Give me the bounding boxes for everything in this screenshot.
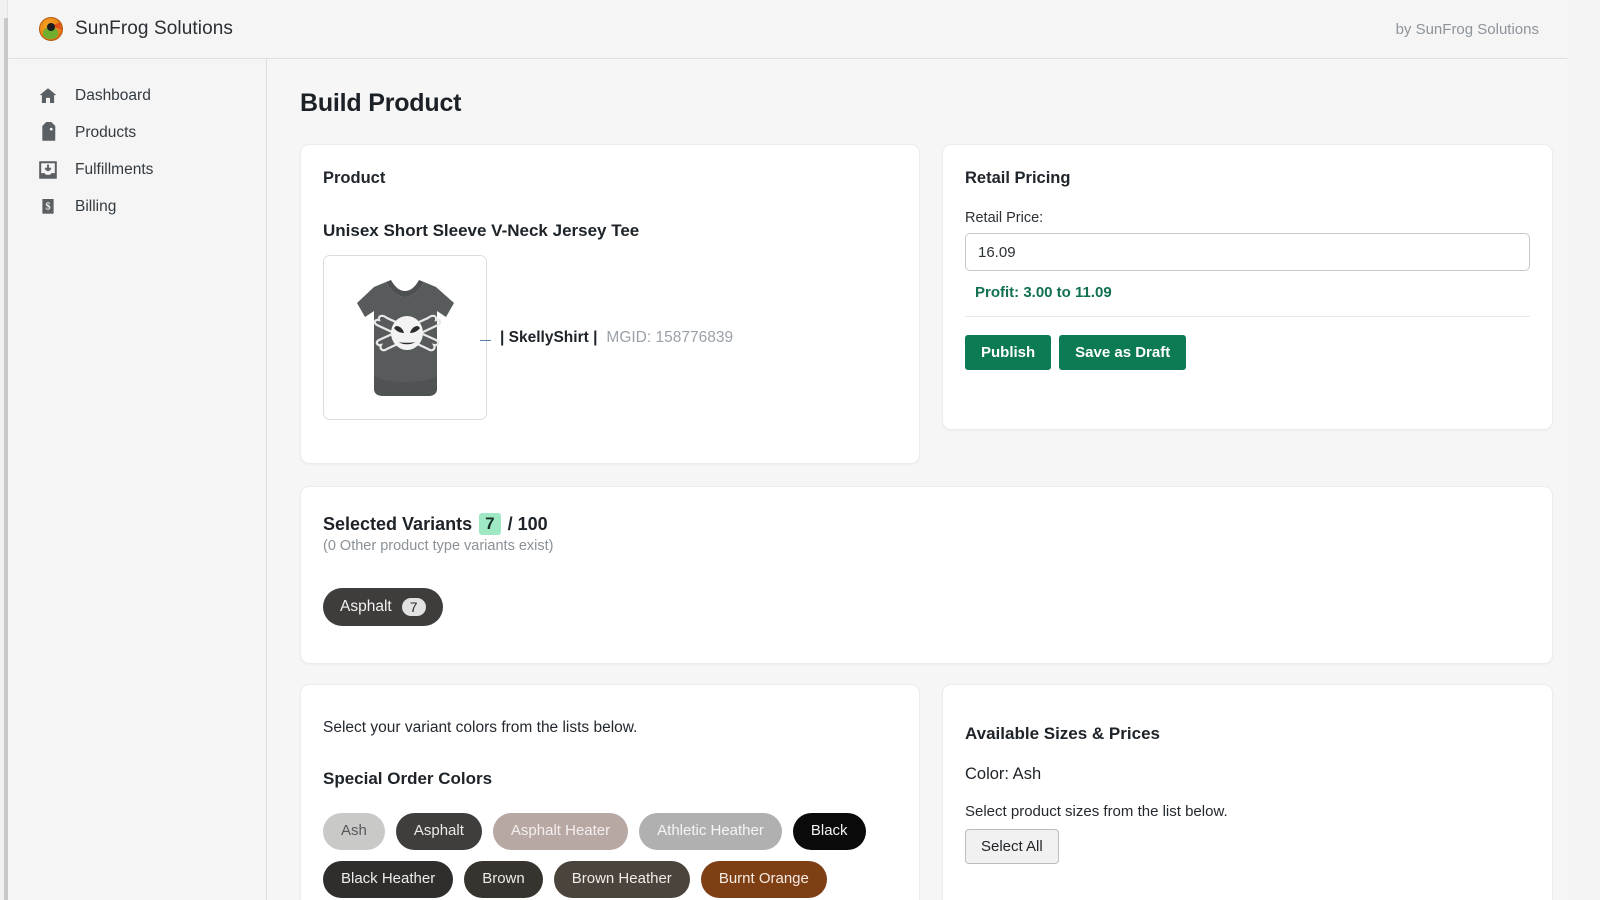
window-edge-bar — [4, 18, 8, 900]
publish-button[interactable]: Publish — [965, 335, 1051, 370]
retail-pricing-heading: Retail Pricing — [965, 169, 1530, 188]
tshirt-skull-crossbones-thumbnail[interactable] — [323, 255, 487, 420]
bottom-cards-row: Select your variant colors from the list… — [300, 684, 1541, 900]
selected-color-line: Color: Ash — [965, 765, 1530, 784]
selected-variants-limit: / 100 — [508, 514, 548, 535]
sidebar-item-label: Products — [75, 124, 136, 142]
selected-variants-label: Selected Variants — [323, 514, 472, 535]
browser-left-edge — [0, 0, 8, 900]
selected-variants-card: Selected Variants 7 / 100 (0 Other produ… — [300, 486, 1553, 664]
product-card: Product Unisex Short Sleeve V-Neck Jerse… — [300, 144, 920, 464]
brand-block[interactable]: SunFrog Solutions — [39, 17, 233, 41]
brand-name: SunFrog Solutions — [75, 18, 233, 40]
broken-image-placeholder-icon[interactable] — [480, 328, 491, 341]
money-bill-icon: $ — [37, 196, 59, 218]
retail-price-label: Retail Price: — [965, 210, 1530, 226]
variant-chip-count: 7 — [402, 598, 426, 616]
sidebar-item-billing[interactable]: $ Billing — [9, 188, 266, 225]
sidebar-item-dashboard[interactable]: Dashboard — [9, 77, 266, 114]
color-swatch-asphalt[interactable]: Asphalt — [396, 813, 482, 850]
main-content: Build Product Product Unisex Short Sleev… — [267, 59, 1567, 900]
retail-price-input[interactable] — [965, 233, 1530, 271]
other-variants-note: (0 Other product type variants exist) — [323, 538, 1530, 554]
app-shell: Dashboard Products — [9, 59, 1567, 900]
variant-colors-card: Select your variant colors from the list… — [300, 684, 920, 900]
available-sizes-card: Available Sizes & Prices Color: Ash Sele… — [942, 684, 1553, 900]
app-page: SunFrog Solutions by SunFrog Solutions D… — [9, 0, 1567, 900]
browser-right-edge — [1567, 0, 1600, 900]
variant-chip-asphalt[interactable]: Asphalt 7 — [323, 588, 443, 626]
product-meta: | SkellyShirt | MGID: 158776839 — [480, 329, 733, 347]
color-swatch-asphalt-heater[interactable]: Asphalt Heater — [493, 813, 628, 850]
sidebar-item-label: Billing — [75, 198, 116, 216]
selected-variants-count: 7 — [479, 513, 500, 535]
screenshot-viewport: SunFrog Solutions by SunFrog Solutions D… — [0, 0, 1600, 900]
color-swatch-brown-heather[interactable]: Brown Heather — [554, 861, 690, 898]
variant-chip-label: Asphalt — [340, 598, 392, 616]
color-swatch-athletic-heather[interactable]: Athletic Heather — [639, 813, 782, 850]
pricing-actions: Publish Save as Draft — [965, 335, 1530, 370]
color-swatch-ash[interactable]: Ash — [323, 813, 385, 850]
product-body: | SkellyShirt | MGID: 158776839 — [323, 255, 897, 420]
special-order-colors-heading: Special Order Colors — [323, 769, 897, 789]
color-swatch-burnt-orange[interactable]: Burnt Orange — [701, 861, 827, 898]
inbox-download-icon — [37, 159, 59, 181]
pricing-divider — [965, 316, 1530, 317]
save-as-draft-button[interactable]: Save as Draft — [1059, 335, 1186, 370]
top-cards-row: Product Unisex Short Sleeve V-Neck Jerse… — [300, 144, 1541, 464]
selected-variant-chips: Asphalt 7 — [323, 588, 1530, 626]
select-all-button[interactable]: Select All — [965, 829, 1059, 864]
sidebar-item-products[interactable]: Products — [9, 114, 266, 151]
tag-icon — [37, 122, 59, 144]
topbar-attribution: by SunFrog Solutions — [1396, 21, 1539, 38]
profit-range-text: Profit: 3.00 to 11.09 — [975, 284, 1530, 301]
sidebar-item-label: Fulfillments — [75, 161, 153, 179]
product-card-heading: Product — [323, 169, 897, 188]
svg-text:$: $ — [45, 201, 50, 212]
retail-pricing-card: Retail Pricing Retail Price: Profit: 3.0… — [942, 144, 1553, 430]
sidebar-nav: Dashboard Products — [9, 59, 267, 900]
app-topbar: SunFrog Solutions by SunFrog Solutions — [9, 0, 1567, 59]
selected-variants-header: Selected Variants 7 / 100 — [323, 513, 1530, 535]
product-name: Unisex Short Sleeve V-Neck Jersey Tee — [323, 221, 897, 241]
color-swatch-brown[interactable]: Brown — [464, 861, 543, 898]
logo-leg-shape — [54, 21, 63, 30]
sunfrog-logo-icon — [39, 17, 63, 41]
home-icon — [37, 85, 59, 107]
color-swatch-black[interactable]: Black — [793, 813, 866, 850]
variant-colors-helper: Select your variant colors from the list… — [323, 719, 897, 737]
page-title: Build Product — [300, 89, 1541, 118]
sidebar-item-label: Dashboard — [75, 87, 151, 105]
available-sizes-heading: Available Sizes & Prices — [965, 724, 1530, 744]
campaign-name: | SkellyShirt | — [500, 329, 597, 347]
mgid-value: MGID: 158776839 — [606, 329, 733, 347]
sidebar-item-fulfillments[interactable]: Fulfillments — [9, 151, 266, 188]
special-order-color-swatches: Ash Asphalt Asphalt Heater Athletic Heat… — [323, 813, 897, 898]
color-swatch-black-heather[interactable]: Black Heather — [323, 861, 453, 898]
sizes-helper-text: Select product sizes from the list below… — [965, 803, 1530, 820]
